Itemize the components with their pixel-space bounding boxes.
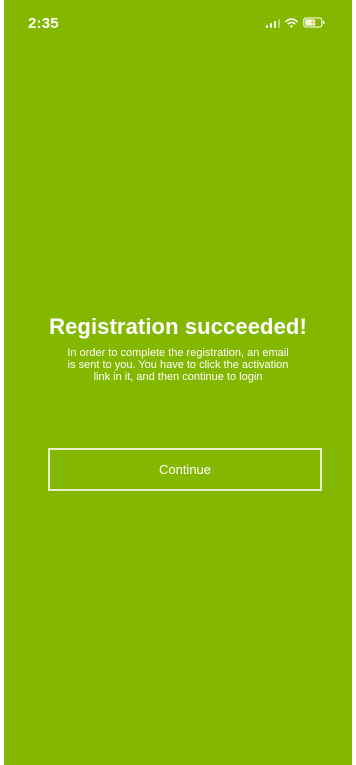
cellular-signal-icon <box>265 18 280 28</box>
registration-message-section: Registration succeeded! In order to comp… <box>4 314 352 383</box>
battery-charging-icon <box>303 17 326 28</box>
status-time: 2:35 <box>28 15 59 32</box>
registration-success-screen: 2:35 Registration succeeded! In order to… <box>4 0 352 765</box>
registration-success-title: Registration succeeded! <box>49 314 307 339</box>
status-icons <box>265 17 327 28</box>
continue-button[interactable]: Continue <box>48 448 322 491</box>
wifi-icon <box>285 18 298 28</box>
registration-instructions: In order to complete the registration, a… <box>67 347 289 383</box>
status-bar: 2:35 <box>4 0 352 44</box>
